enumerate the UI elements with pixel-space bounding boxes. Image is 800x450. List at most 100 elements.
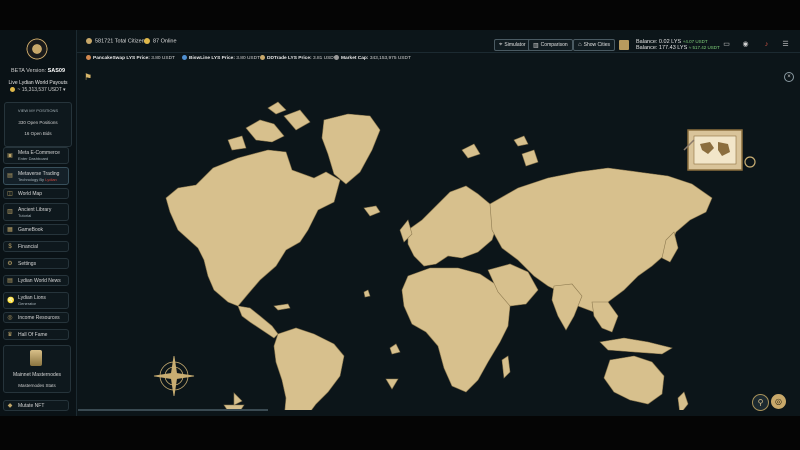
masternodes-title[interactable]: Mainnet Masternodes	[4, 372, 70, 378]
horizontal-scrollbar[interactable]	[78, 409, 268, 411]
world-map[interactable]	[78, 80, 798, 410]
citizens-icon	[86, 38, 92, 44]
masternode-icon	[30, 350, 42, 366]
market-cap-icon	[334, 55, 339, 60]
africa[interactable]	[401, 267, 511, 393]
coin-button-icon[interactable]: ◎	[771, 394, 786, 409]
pancakeswap-icon	[86, 55, 91, 60]
ddtrade-icon	[260, 55, 265, 60]
sidebar-item-lydian-world-news[interactable]: ▤ Lydian World News	[3, 275, 69, 286]
sidebar-item-label: Income Resources	[18, 314, 60, 321]
simulator-icon: ⌖	[499, 41, 503, 48]
sidebar: BETA Version: SAS09 Live Lydian World Pa…	[0, 30, 77, 416]
screen-top-letterbox	[0, 0, 800, 30]
sidebar-item-world-map[interactable]: ◫ World Map	[3, 188, 69, 199]
sidebar-item-sub: Tutorial	[18, 212, 32, 218]
sidebar-item-metaverse-trading[interactable]: ▤ Metaverse Trading Technology By Lydian	[3, 167, 69, 185]
ticker-market-cap: Market Cap: 343,153,975 USDT	[334, 55, 411, 61]
city-pin-icon: ⌂	[578, 42, 582, 48]
arctic-islands[interactable]	[245, 119, 285, 143]
location-pin-icon[interactable]: ⚲	[752, 394, 769, 411]
sidebar-item-label: World Map	[18, 190, 43, 197]
ship-icon	[223, 392, 245, 410]
payouts-value: ~ 15,313,537 USDT ▾	[0, 87, 76, 93]
gamebook-icon: ▦	[7, 226, 13, 233]
sidebar-item-sub: Generator	[18, 301, 37, 306]
sidebar-item-meta-ecommerce[interactable]: ▣ Meta E-Commerce Enter Dashboard	[3, 147, 69, 164]
central-america[interactable]	[237, 305, 279, 339]
sidebar-item-settings[interactable]: ⚙ Settings	[3, 258, 69, 269]
app-window: BETA Version: SAS09 Live Lydian World Pa…	[0, 30, 800, 416]
sidebar-item-ancient-library[interactable]: ▥ Ancient Library Tutorial	[3, 203, 69, 221]
map-icon: ◫	[7, 190, 13, 197]
total-citizens: 581721 Total Citizens	[86, 38, 148, 44]
sidebar-item-label: Hall Of Fame	[18, 331, 48, 338]
sidebar-item-sub: Technology By Lydian	[18, 176, 57, 182]
payouts-title: Live Lydian World Payouts	[8, 80, 68, 86]
cart-icon: ▣	[7, 152, 13, 159]
open-positions[interactable]: 330 Open Positions	[5, 120, 71, 125]
australia[interactable]	[603, 355, 665, 405]
book-icon: ▥	[7, 209, 13, 215]
sidebar-item-gamebook[interactable]: ▦ GameBook	[3, 224, 69, 235]
new-zealand[interactable]	[677, 391, 689, 410]
open-bids[interactable]: 16 Open Bids	[5, 131, 71, 136]
online-icon	[144, 38, 150, 44]
india[interactable]	[551, 283, 583, 331]
profile-icon[interactable]: ◉	[741, 40, 750, 49]
balance-icon	[619, 40, 629, 50]
masternodes-stats-link[interactable]: Masternodes Stats	[4, 383, 70, 388]
online-count: 87 Online	[144, 38, 177, 44]
sidebar-item-sub: Enter Dashboard	[18, 156, 49, 161]
anchor-icon	[385, 378, 399, 390]
simulator-button[interactable]: ⌖ Simulator	[494, 39, 531, 51]
positions-panel[interactable]: VIEW MY POSITIONS 330 Open Positions 16 …	[4, 102, 72, 147]
comparison-icon: ▥	[533, 42, 539, 49]
news-icon: ▤	[7, 277, 13, 284]
sidebar-item-label: Settings	[18, 260, 37, 267]
coins-icon: ◎	[7, 314, 13, 321]
sidebar-item-lydian-lions[interactable]: ♌ Lydian Lions Generator	[3, 292, 69, 309]
view-positions-link[interactable]: VIEW MY POSITIONS	[5, 108, 71, 113]
show-cities-button[interactable]: ⌂ Show Cities	[573, 39, 616, 51]
sidebar-item-income-resources[interactable]: ◎ Income Resources	[3, 312, 69, 323]
comparison-button[interactable]: ▥ Comparison	[528, 39, 573, 51]
sidebar-item-label: Lydian World News	[18, 277, 61, 284]
compass-rose-icon	[153, 355, 195, 397]
wallet-icon[interactable]: ▭	[722, 40, 731, 49]
screen-bottom-letterbox	[0, 416, 800, 450]
greenland[interactable]	[321, 113, 381, 185]
notification-bell-icon[interactable]: ♪	[762, 40, 771, 49]
coin-icon	[10, 87, 16, 93]
ticker-pancakeswap: PancakeSwap LYS Price: 3.80 USDT	[86, 55, 175, 61]
price-ticker: PancakeSwap LYS Price: 3.80 USDT BiswLin…	[76, 53, 800, 65]
biswline-icon	[182, 55, 187, 60]
ticker-ddtrade: DDTrade LYS Price: 3.81 USDT	[260, 55, 337, 61]
sidebar-item-hall-of-fame[interactable]: ♛ Hall Of Fame	[3, 329, 69, 340]
lion-icon: ♌	[7, 297, 15, 304]
chart-icon: ▤	[7, 173, 13, 179]
ticker-biswline: BiswLine LYS Price: 3.80 USDT	[182, 55, 260, 61]
indonesia[interactable]	[599, 337, 673, 355]
treasure-map-icon[interactable]	[683, 129, 756, 171]
mutate-nft-label: Mutate NFT	[18, 402, 45, 409]
header: 581721 Total Citizens 87 Online ⌖ Simulat…	[76, 30, 800, 53]
europe[interactable]	[407, 185, 499, 267]
madagascar[interactable]	[501, 355, 511, 379]
sidebar-item-financial[interactable]: $ Financial	[3, 241, 69, 252]
beta-version: BETA Version: SAS09	[10, 68, 66, 74]
iceland[interactable]	[363, 205, 381, 217]
lydian-logo-icon[interactable]	[26, 38, 48, 60]
masternodes-panel[interactable]: Mainnet Masternodes Masternodes Stats	[3, 345, 71, 393]
trophy-icon: ♛	[7, 331, 13, 338]
sidebar-item-label: GameBook	[18, 226, 44, 233]
money-icon: $	[8, 243, 12, 250]
southeast-asia[interactable]	[591, 301, 619, 333]
balance-display[interactable]: Balance: 0.02 LYS +4.07 USDT Balance: 17…	[636, 39, 720, 51]
south-america[interactable]	[273, 327, 345, 410]
menu-icon[interactable]: ☰	[781, 40, 790, 49]
north-america[interactable]	[165, 149, 341, 307]
gear-icon: ⚙	[7, 260, 13, 267]
nft-icon: ◆	[7, 402, 13, 409]
mutate-nft-button[interactable]: ◆ Mutate NFT	[3, 400, 69, 411]
